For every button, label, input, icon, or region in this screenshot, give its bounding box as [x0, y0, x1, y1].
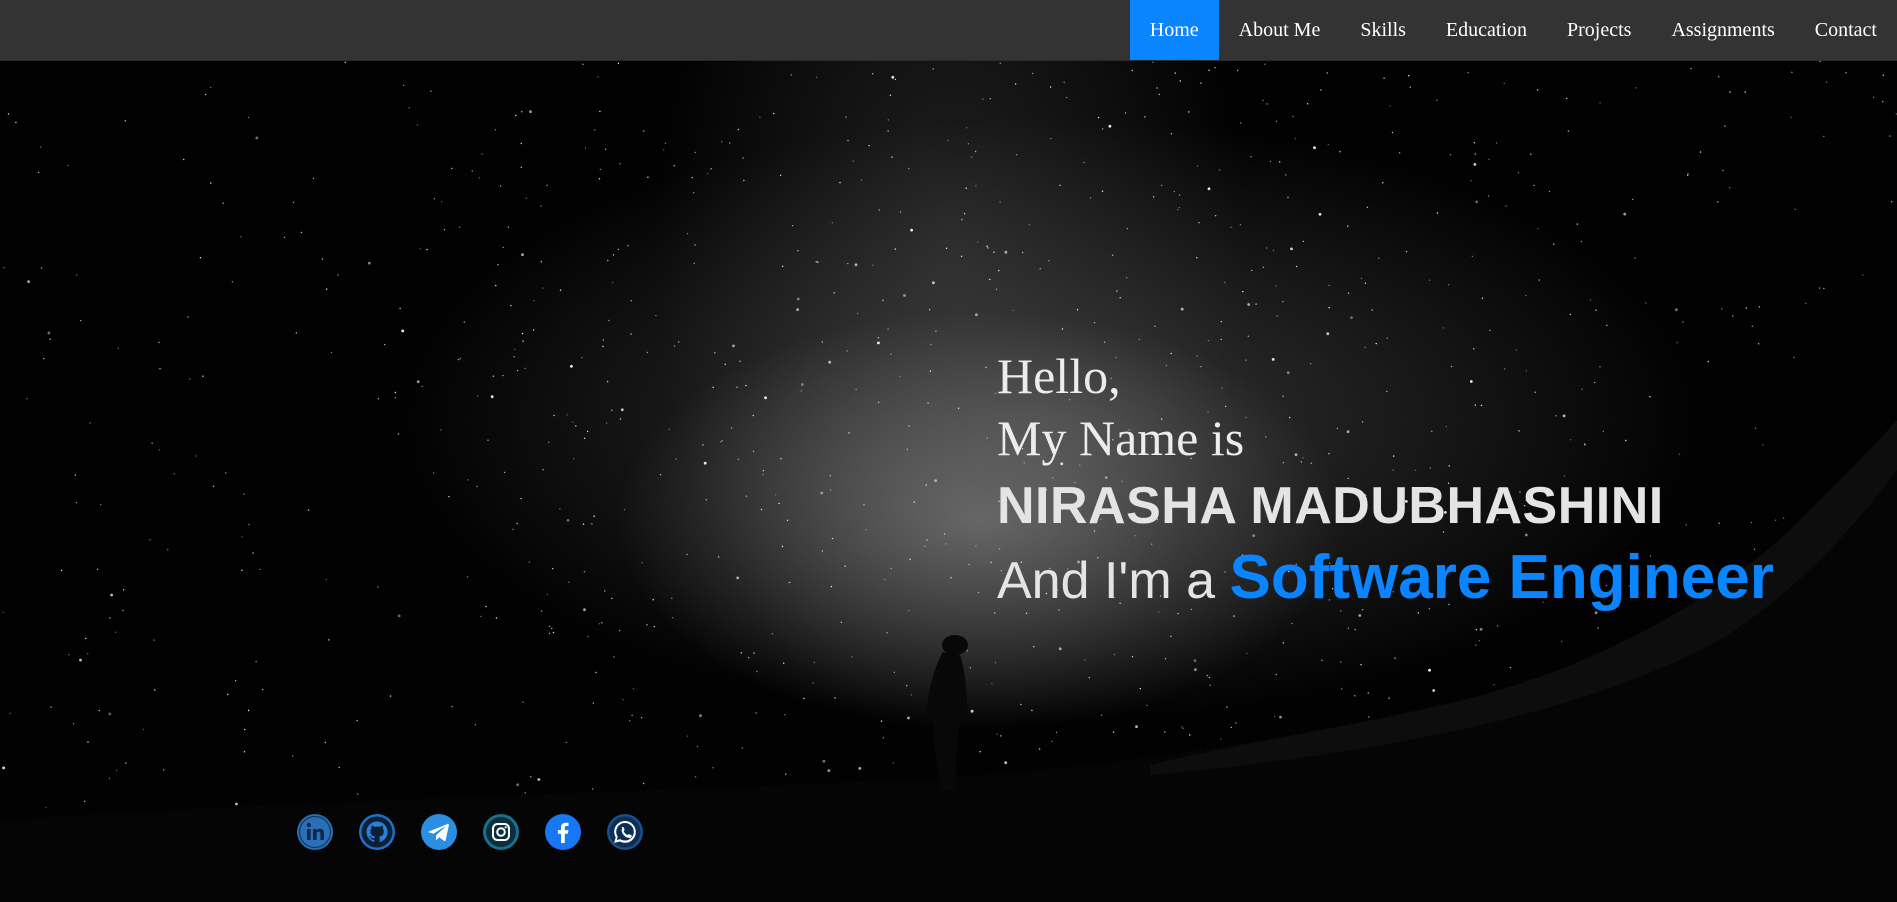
- nav-item-education[interactable]: Education: [1426, 0, 1547, 60]
- telegram-icon[interactable]: [420, 813, 458, 851]
- name-prefix-text: My Name is: [997, 410, 1245, 466]
- nav-item-contact[interactable]: Contact: [1795, 0, 1897, 60]
- nav-item-skills[interactable]: Skills: [1340, 0, 1426, 60]
- page: Home About Me Skills Education Projects …: [0, 0, 1897, 902]
- github-icon[interactable]: [358, 813, 396, 851]
- person-silhouette: [926, 635, 968, 790]
- role-line: And I'm a Software Engineer: [997, 541, 1774, 618]
- linkedin-icon[interactable]: [296, 813, 334, 851]
- greeting-text: Hello,: [997, 348, 1121, 404]
- social-links: [296, 813, 644, 851]
- instagram-icon[interactable]: [482, 813, 520, 851]
- nav-item-about-me[interactable]: About Me: [1219, 0, 1341, 60]
- role-prefix-text: And I'm a: [997, 552, 1216, 610]
- navbar: Home About Me Skills Education Projects …: [0, 0, 1897, 61]
- whatsapp-icon[interactable]: [606, 813, 644, 851]
- nav-item-projects[interactable]: Projects: [1547, 0, 1651, 60]
- nav-item-home[interactable]: Home: [1129, 0, 1219, 60]
- intro-section: Hello, My Name is NIRASHA MADUBHASHINI A…: [997, 345, 1774, 618]
- facebook-icon[interactable]: [544, 813, 582, 851]
- person-name: NIRASHA MADUBHASHINI: [997, 477, 1664, 535]
- nav-menu: Home About Me Skills Education Projects …: [1129, 0, 1897, 60]
- nav-item-assignments[interactable]: Assignments: [1651, 0, 1794, 60]
- role-text: Software Engineer: [1229, 543, 1774, 612]
